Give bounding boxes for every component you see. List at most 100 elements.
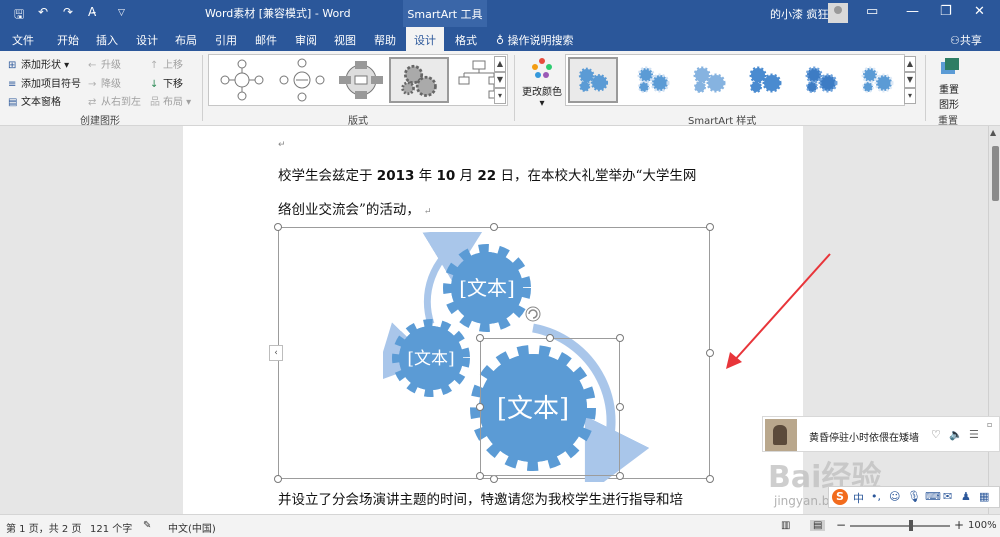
scrollbar-thumb[interactable] <box>992 146 999 201</box>
paragraph-line-2[interactable]: 络创业交流会”的活动， ↵ <box>278 198 431 218</box>
minimize-icon[interactable]: — <box>906 4 919 19</box>
tab-help[interactable]: 帮助 <box>374 32 396 48</box>
page-count[interactable]: 第 1 页，共 2 页 <box>6 520 81 535</box>
tab-references[interactable]: 引用 <box>215 32 237 48</box>
style-thumbnail-simple[interactable] <box>568 57 618 103</box>
share-button[interactable]: ⚇共享 <box>950 32 982 48</box>
layout-dropdown[interactable]: 品布局 ▾ <box>150 93 191 108</box>
zoom-slider[interactable] <box>850 525 950 527</box>
user-name[interactable]: 的小漆 疯狂 <box>770 6 829 22</box>
shape-handle-top[interactable] <box>546 334 554 342</box>
tab-home[interactable]: 开始 <box>57 32 79 48</box>
undo-icon[interactable]: ↶ <box>38 5 48 19</box>
language-indicator[interactable]: 中文(中国) <box>168 520 216 535</box>
resize-handle-top-right[interactable] <box>706 223 714 231</box>
change-colors-button[interactable]: 更改颜色 ▾ <box>520 56 564 109</box>
shape-handle-left[interactable] <box>476 403 484 411</box>
resize-handle-top[interactable] <box>490 223 498 231</box>
tab-smartart-format[interactable]: 格式 <box>455 32 477 48</box>
resize-handle-bottom-left[interactable] <box>274 475 282 483</box>
style-thumbnail-moderate[interactable] <box>740 57 790 103</box>
avatar[interactable] <box>828 3 848 23</box>
word-count[interactable]: 121 个字 <box>90 520 132 535</box>
keyboard-icon[interactable]: ⌨ <box>925 490 941 503</box>
zoom-in-button[interactable]: + <box>954 518 964 532</box>
layout-thumbnail-radial-cycle[interactable] <box>212 57 272 103</box>
tell-me-search[interactable]: ♁ 操作说明搜索 <box>496 32 574 48</box>
add-shape-button[interactable]: ⊞ 添加形状 ▾ <box>8 56 69 71</box>
ime-mode[interactable]: 中 <box>853 490 864 506</box>
tab-review[interactable]: 审阅 <box>295 32 317 48</box>
layout-thumbnail-gear[interactable] <box>389 57 449 103</box>
text-pane-toggle[interactable]: ‹ <box>269 345 283 361</box>
music-player-popup[interactable]: 黄昏停驻小时依偎在矮墙 ♡ 🔈 ☰ ▫ <box>762 416 1000 452</box>
maximize-icon[interactable]: ❐ <box>940 4 952 19</box>
style-thumbnail-white-outline[interactable] <box>628 57 678 103</box>
paragraph-line-3[interactable]: 并设立了分会场演讲主题的时间，特邀请您为我校学生进行指导和培 <box>278 488 683 508</box>
shape-handle-top-right[interactable] <box>616 334 624 342</box>
reset-graphic-button[interactable]: 重置 图形 <box>932 56 966 111</box>
tab-smartart-design[interactable]: 设计 <box>406 27 444 51</box>
selected-shape-frame[interactable] <box>480 338 620 476</box>
shape-handle-bottom-right[interactable] <box>616 472 624 480</box>
sogou-logo-icon[interactable]: S <box>832 489 848 505</box>
shape-handle-top-left[interactable] <box>476 334 484 342</box>
volume-icon[interactable]: 🔈 <box>949 428 963 441</box>
gear-label-1[interactable]: [文本] <box>459 276 515 300</box>
zoom-out-button[interactable]: − <box>836 518 846 532</box>
rotate-handle-icon[interactable] <box>525 306 541 322</box>
toolbox-icon[interactable]: ♟ <box>961 490 971 503</box>
gear-label-2[interactable]: [文本] <box>407 349 454 369</box>
tab-mailings[interactable]: 邮件 <box>255 32 277 48</box>
ribbon-display-options-icon[interactable]: ▭ <box>866 4 878 19</box>
style-thumbnail-intense[interactable] <box>796 57 846 103</box>
resize-handle-bottom-right[interactable] <box>706 475 714 483</box>
document-page[interactable]: ↵ 校学生会兹定于 2013 年 10 月 22 日，在本校大礼堂举办“大学生网… <box>183 126 803 514</box>
styles-more[interactable]: ▾ <box>904 88 916 104</box>
promote-button[interactable]: ← 升级 <box>88 56 121 71</box>
move-down-button[interactable]: ↓ 下移 <box>150 75 183 90</box>
styles-scroll-down[interactable]: ▼ <box>904 72 916 88</box>
heart-icon[interactable]: ♡ <box>931 428 941 441</box>
style-thumbnail-subtle[interactable] <box>684 57 734 103</box>
tab-design[interactable]: 设计 <box>136 32 158 48</box>
settings-grid-icon[interactable]: ▦ <box>979 490 989 503</box>
close-icon[interactable]: ✕ <box>974 4 985 19</box>
tab-view[interactable]: 视图 <box>334 32 356 48</box>
vertical-scrollbar[interactable]: ▲ <box>988 126 1000 514</box>
list-icon[interactable]: ☰ <box>969 428 979 441</box>
redo-icon[interactable]: ↷ <box>63 5 73 19</box>
scroll-up-icon[interactable]: ▲ <box>990 128 996 137</box>
text-pane-button[interactable]: ▤ 文本窗格 <box>8 93 61 108</box>
tab-layout[interactable]: 布局 <box>175 32 197 48</box>
right-to-left-button[interactable]: ⇄ 从右到左 <box>88 93 141 108</box>
shape-handle-right[interactable] <box>616 403 624 411</box>
proofing-icon[interactable]: ✎ <box>143 520 151 531</box>
emoji-icon[interactable]: ☺ <box>889 490 900 503</box>
gallery-more[interactable]: ▾ <box>494 88 506 104</box>
read-mode-icon[interactable]: ▥ <box>781 520 790 531</box>
resize-handle-right[interactable] <box>706 349 714 357</box>
style-thumbnail-polished[interactable] <box>852 57 902 103</box>
shape-handle-bottom-left[interactable] <box>476 472 484 480</box>
format-painter-icon[interactable]: A̵ <box>88 5 96 19</box>
paragraph-line-1[interactable]: 校学生会兹定于 2013 年 10 月 22 日，在本校大礼堂举办“大学生网 <box>278 164 696 184</box>
popup-close-icon[interactable]: ▫ <box>987 420 992 429</box>
gallery-scroll-up[interactable]: ▲ <box>494 56 506 72</box>
gallery-scroll-down[interactable]: ▼ <box>494 72 506 88</box>
demote-button[interactable]: → 降级 <box>88 75 121 90</box>
customize-qat-icon[interactable]: ▽ <box>118 8 125 18</box>
add-bullet-button[interactable]: ≡ 添加项目符号 <box>8 75 81 90</box>
mic-icon[interactable]: 🎙 <box>907 490 921 503</box>
skin-icon[interactable]: ✉ <box>943 490 952 503</box>
styles-scroll-up[interactable]: ▲ <box>904 56 916 72</box>
print-layout-icon[interactable]: ▤ <box>810 520 826 531</box>
move-up-button[interactable]: ↑ 上移 <box>150 56 183 71</box>
tab-file[interactable]: 文件 <box>12 32 34 48</box>
zoom-slider-thumb[interactable] <box>909 520 913 531</box>
zoom-level[interactable]: 100% <box>968 520 997 531</box>
layout-thumbnail-diverging-radial[interactable] <box>331 57 391 103</box>
ime-toolbar[interactable]: S 中 •, ☺ 🎙 ⌨ ✉ ♟ ▦ <box>828 486 1000 508</box>
resize-handle-top-left[interactable] <box>274 223 282 231</box>
punctuation-icon[interactable]: •, <box>871 490 881 503</box>
